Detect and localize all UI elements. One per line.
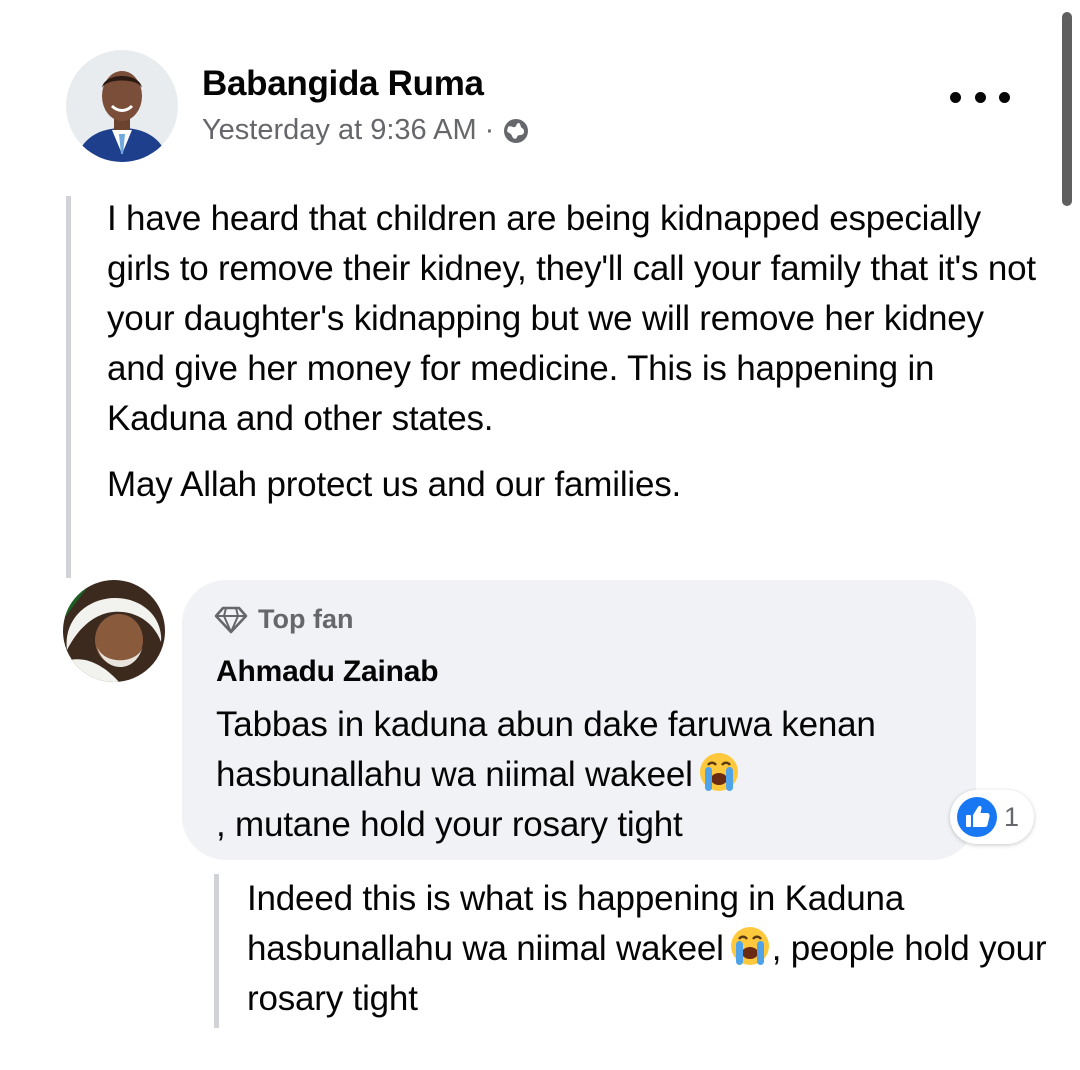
more-options-button[interactable] xyxy=(950,82,1010,112)
comment-text-part: , mutane hold your rosary tight xyxy=(216,805,683,844)
comment-text-part: Tabbas in kaduna abun dake faruwa kenan … xyxy=(216,705,876,794)
post-timestamp[interactable]: Yesterday at 9:36 AM xyxy=(202,114,477,147)
commenter-avatar[interactable] xyxy=(63,580,165,682)
post-author-name[interactable]: Babangida Ruma xyxy=(202,64,484,104)
post-paragraph: I have heard that children are being kid… xyxy=(107,199,1036,438)
post-body: I have heard that children are being kid… xyxy=(107,194,1037,510)
reaction-summary[interactable]: 1 xyxy=(950,790,1034,844)
top-fan-label: Top fan xyxy=(258,604,354,634)
commenter-name[interactable]: Ahmadu Zainab xyxy=(216,655,439,689)
diamond-icon xyxy=(214,605,248,635)
author-avatar[interactable] xyxy=(66,50,178,162)
meta-separator: · xyxy=(484,114,495,146)
globe-icon[interactable] xyxy=(502,117,530,145)
scrollbar[interactable] xyxy=(1062,12,1072,206)
loudly-crying-face-icon xyxy=(697,750,741,794)
post-meta: Yesterday at 9:36 AM · xyxy=(202,114,530,147)
post-quote-bar xyxy=(66,196,71,578)
post-paragraph: May Allah protect us and our families. xyxy=(107,465,682,504)
comment-text: Tabbas in kaduna abun dake faruwa kenan … xyxy=(216,700,956,850)
top-fan-badge[interactable]: Top fan xyxy=(214,604,353,635)
loudly-crying-face-icon xyxy=(728,924,772,968)
translation-quote-bar xyxy=(214,874,219,1028)
like-icon xyxy=(956,796,998,838)
more-horizontal-icon xyxy=(950,91,961,103)
author-avatar-image xyxy=(66,50,178,162)
translation-text: Indeed this is what is happening in Kadu… xyxy=(247,874,1047,1024)
commenter-avatar-image xyxy=(63,580,165,682)
reaction-count: 1 xyxy=(1004,801,1020,832)
